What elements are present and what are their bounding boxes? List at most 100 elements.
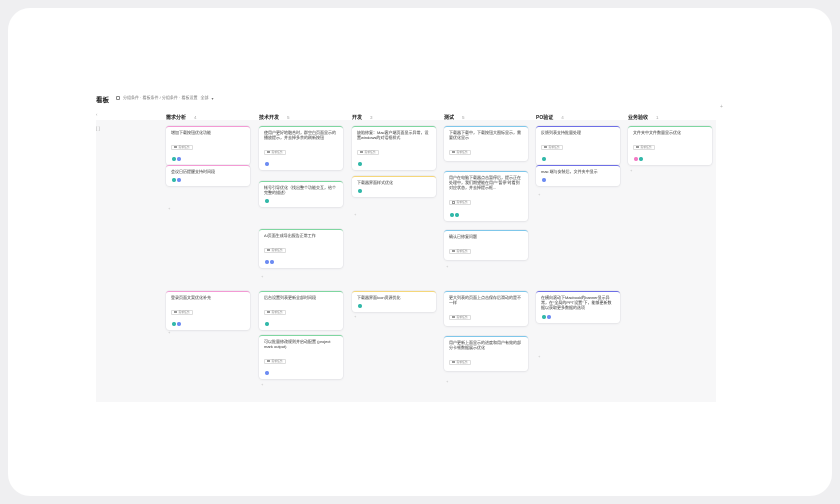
- card-title: 用户更新上面显示的进度和用户有效的部分卡顿数据展示优化: [449, 340, 521, 351]
- assignee-avatars[interactable]: [633, 156, 707, 163]
- assignee-avatars[interactable]: [357, 303, 431, 310]
- collapse-icon[interactable]: ‹: [96, 112, 98, 117]
- assignee-avatars[interactable]: [541, 156, 615, 163]
- column-count: 3: [370, 114, 373, 120]
- filter-text: 分组条件 · 看板条件 / 分组条件 · 看板设置: [123, 95, 198, 100]
- kanban-card[interactable]: 在横向滚动下Macbook的banner显示异常，在“全局的PPT设置”下，能够…: [536, 291, 620, 323]
- app-window: 看板 分组条件 · 看板条件 / 分组条件 · 看板设置 全部 ▾ + ‹ [ …: [8, 8, 832, 496]
- assignee-avatars[interactable]: [449, 211, 523, 218]
- add-card-button[interactable]: +: [446, 264, 448, 269]
- assignee-avatars[interactable]: [171, 156, 245, 163]
- task-icon: [267, 151, 270, 154]
- kanban-card[interactable]: 会议日历提醒支持时间段: [166, 165, 250, 187]
- page-title: 看板: [96, 97, 109, 104]
- kanban-card[interactable]: 缺陷修复：Mac客户端页面显示异常，设置windows的对话框样式 需求任务: [352, 126, 436, 171]
- card-title: 下载器界面Icon资源优化: [357, 295, 401, 300]
- column-title: 业务验收: [628, 114, 649, 121]
- task-icon: [452, 151, 455, 154]
- kanban-card[interactable]: AI页面生成导出报告正常工作 需求任务: [259, 229, 343, 269]
- assignee-avatars[interactable]: [541, 177, 615, 184]
- add-card-button[interactable]: +: [354, 212, 356, 217]
- avatar: [357, 161, 363, 168]
- avatar: [541, 177, 547, 184]
- assignee-avatars[interactable]: [357, 161, 431, 168]
- card-title: 反馈列表支持批量处理: [541, 130, 581, 135]
- kanban-card[interactable]: mac 端与安装后，文件夹中显示: [536, 165, 620, 187]
- assignee-avatars[interactable]: [264, 259, 338, 266]
- add-card-button[interactable]: +: [630, 168, 632, 173]
- kanban-card[interactable]: 下载器界面样式优化: [352, 176, 436, 198]
- assignee-avatars[interactable]: [264, 370, 338, 377]
- kanban-card[interactable]: 用户更新上面显示的进度和用户有效的部分卡顿数据展示优化 需求任务: [444, 336, 528, 372]
- add-card-button[interactable]: +: [446, 379, 448, 384]
- kanban-card[interactable]: 增加下载按钮优化功能 需求任务: [166, 126, 250, 166]
- kanban-card[interactable]: 确认已修复问题 需求任务: [444, 230, 528, 261]
- avatar: [175, 321, 182, 328]
- kanban-card[interactable]: 帐号引导优化（找出整个功能交互，给个完整的描述）: [259, 181, 343, 208]
- kanban-card[interactable]: 用户在电脑下载器点击暂停后，提示正在处理中，我们期望能在用户“暂停”时看到对应状…: [444, 171, 528, 221]
- card-title: 更大列表的页面上点击保存后滑动的是不一样: [449, 295, 521, 306]
- assignee-avatars[interactable]: [264, 321, 338, 328]
- kanban-card[interactable]: 下载器界面Icon资源优化: [352, 291, 436, 313]
- avatar: [545, 313, 552, 320]
- add-card-button[interactable]: +: [261, 274, 263, 279]
- add-card-button[interactable]: +: [168, 206, 170, 211]
- column-title: 需求分析: [166, 114, 187, 121]
- card-title: 下载器界面样式优化: [357, 180, 393, 185]
- add-column-button[interactable]: +: [720, 104, 723, 110]
- filter-dropdown[interactable]: 全部: [200, 95, 208, 101]
- avatar: [453, 211, 460, 218]
- kanban-card[interactable]: 后台设置列表更新全部时间段 需求任务: [259, 291, 343, 331]
- card-title: 可以批量修改规则并启动配置 (project mark output): [264, 339, 331, 350]
- card-title: 确认已修复问题: [449, 234, 477, 239]
- assignee-avatars[interactable]: [171, 177, 245, 184]
- add-card-button[interactable]: +: [354, 314, 356, 319]
- avatar: [175, 177, 182, 184]
- add-card-button[interactable]: +: [538, 354, 540, 359]
- card-title: mac 端与安装后，文件夹中显示: [541, 169, 598, 174]
- expand-icon[interactable]: [ ]: [96, 126, 100, 131]
- avatar: [357, 303, 363, 310]
- assignee-avatars[interactable]: [264, 198, 338, 205]
- assignee-avatars[interactable]: [357, 188, 431, 195]
- card-tag: 需求任务: [264, 247, 286, 253]
- kanban-card[interactable]: 更大列表的页面上点击保存后滑动的是不一样 需求任务: [444, 291, 528, 327]
- add-card-button[interactable]: +: [261, 382, 263, 387]
- card-tag: 需求任务: [633, 144, 655, 150]
- card-tag: 需求任务: [449, 248, 471, 254]
- avatar: [264, 198, 270, 205]
- kanban-card[interactable]: 使用户更好地融合时，群空白页面显示的播放提示，并去掉多余的刷新按钮 需求任务: [259, 126, 343, 171]
- card-tag: 需求任务: [171, 144, 193, 150]
- kanban-card[interactable]: 文件夹中文件数量显示优化 需求任务: [628, 126, 712, 166]
- kanban-card[interactable]: 下载器下载中，下载按钮大图标显示，需要优化显示 需求任务: [444, 126, 528, 162]
- card-tag: 需求任务: [449, 359, 471, 365]
- add-card-button[interactable]: +: [168, 330, 170, 335]
- kanban-card[interactable]: 反馈列表支持批量处理 需求任务: [536, 126, 620, 166]
- column-count: 1: [656, 114, 659, 120]
- card-title: AI页面生成导出报告正常工作: [264, 233, 316, 238]
- assignee-avatars[interactable]: [541, 313, 615, 320]
- task-icon: [174, 145, 177, 149]
- column-title: 开发: [352, 114, 363, 121]
- card-title: 登录页面文案优化补充: [171, 295, 211, 300]
- task-icon: [267, 248, 270, 252]
- card-title: 后台设置列表更新全部时间段: [264, 295, 316, 300]
- card-tag: 需求任务: [264, 358, 286, 364]
- avatar: [357, 188, 363, 195]
- chevron-down-icon: ▾: [211, 95, 214, 101]
- task-icon: [636, 145, 639, 149]
- kanban-card[interactable]: 登录页面文案优化补充 需求任务: [166, 291, 250, 331]
- card-tag: 需求任务: [264, 309, 286, 315]
- kanban-card[interactable]: 可以批量修改规则并启动配置 (project mark output) 需求任务: [259, 335, 343, 380]
- task-icon: [360, 151, 363, 154]
- assignee-avatars[interactable]: [171, 321, 245, 328]
- filter-bar[interactable]: 分组条件 · 看板条件 / 分组条件 · 看板设置 全部 ▾: [116, 95, 213, 101]
- column-header: 开发 3: [352, 112, 438, 122]
- column-header: 业务验收 1: [628, 112, 714, 122]
- column-title: 技术开发: [259, 114, 280, 121]
- avatar: [264, 321, 270, 328]
- card-title: 文件夹中文件数量显示优化: [633, 130, 681, 135]
- card-title: 会议日历提醒支持时间段: [171, 169, 215, 174]
- assignee-avatars[interactable]: [264, 161, 338, 168]
- add-card-button[interactable]: +: [538, 192, 540, 197]
